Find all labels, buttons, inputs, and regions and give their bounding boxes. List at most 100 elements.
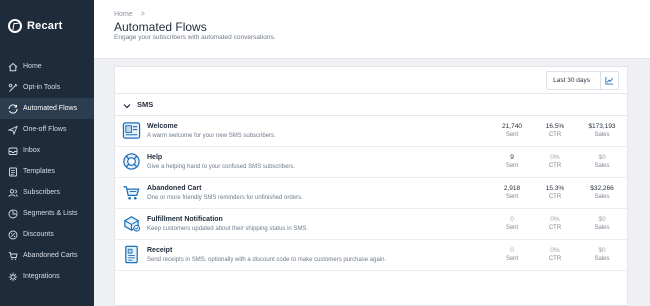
breadcrumb-home[interactable]: Home: [114, 11, 133, 18]
sms-section-header[interactable]: SMS: [115, 94, 627, 116]
ctr-label: CTR: [548, 163, 562, 169]
page-title: Automated Flows: [114, 20, 207, 34]
ctr-value: 15.3%: [545, 185, 565, 192]
sidebar-item-label: Automated Flows: [23, 105, 78, 112]
ctr-stat: 0% CTR: [535, 247, 575, 262]
sent-value: 0: [510, 216, 514, 223]
sent-stat: 21,740 Sent: [492, 123, 532, 138]
sales-label: Sales: [594, 225, 610, 231]
flow-description: Keep customers updated about their shipp…: [147, 226, 309, 232]
sent-value: 2,918: [503, 185, 521, 192]
sent-value: 0: [510, 247, 514, 254]
ctr-stat: 16.5% CTR: [535, 123, 575, 138]
flow-name: Abandoned Cart: [147, 185, 202, 192]
flow-name: Fulfillment Notification: [147, 216, 223, 223]
sidebar-item-subscribers[interactable]: Subscribers: [0, 182, 94, 203]
sidebar-item-opt-in-tools[interactable]: Opt-in Tools: [0, 77, 94, 98]
page-header: Home > Automated Flows Engage your subsc…: [94, 0, 650, 59]
sales-value: $0: [598, 154, 606, 161]
flow-name: Help: [147, 154, 163, 161]
home-icon: [8, 62, 18, 72]
flow-row-fulfillment-notification[interactable]: Fulfillment Notification Keep customers …: [115, 209, 627, 240]
flow-description: A warm welcome for your new SMS subscrib…: [147, 133, 276, 139]
sent-label: Sent: [505, 194, 519, 200]
sent-value: 9: [510, 154, 514, 161]
sidebar-item-home[interactable]: Home: [0, 56, 94, 77]
cart-icon: [8, 251, 18, 261]
sales-value: $32,266: [590, 185, 614, 192]
sales-value: $173,193: [588, 123, 616, 130]
ctr-value: 0%: [550, 247, 560, 254]
sidebar-item-one-off-flows[interactable]: One-off Flows: [0, 119, 94, 140]
sales-label: Sales: [594, 256, 610, 262]
sidebar-item-discounts[interactable]: Discounts: [0, 224, 94, 245]
flow-row-help[interactable]: Help Give a helping hand to your confuse…: [115, 147, 627, 178]
sidebar-item-label: Segments & Lists: [23, 210, 78, 217]
sidebar-item-label: Subscribers: [23, 189, 60, 196]
sales-label: Sales: [594, 194, 610, 200]
sent-label: Sent: [505, 132, 519, 138]
breadcrumb: Home >: [114, 11, 145, 18]
sent-stat: 0 Sent: [492, 247, 532, 262]
sidebar-item-label: One-off Flows: [23, 126, 67, 133]
sidebar-item-label: Integrations: [23, 273, 60, 280]
sidebar-item-abandoned-carts[interactable]: Abandoned Carts: [0, 245, 94, 266]
chart-icon[interactable]: [600, 71, 618, 90]
sidebar-item-label: Templates: [23, 168, 55, 175]
discount-icon: [8, 230, 18, 240]
ctr-stat: 0% CTR: [535, 154, 575, 169]
ctr-value: 0%: [550, 216, 560, 223]
sidebar-item-label: Abandoned Carts: [23, 252, 78, 259]
sidebar-item-segments-lists[interactable]: Segments & Lists: [0, 203, 94, 224]
breadcrumb-separator: >: [140, 11, 145, 18]
sent-stat: 9 Sent: [492, 154, 532, 169]
flow-name: Receipt: [147, 247, 173, 254]
date-range-label: Last 30 days: [553, 77, 590, 84]
page-subtitle: Engage your subscribers with automated c…: [114, 34, 276, 41]
flow-description: One or more friendly SMS reminders for u…: [147, 195, 303, 201]
flow-description: Give a helping hand to your confused SMS…: [147, 164, 296, 170]
flow-row-abandoned-cart[interactable]: Abandoned Cart One or more friendly SMS …: [115, 178, 627, 209]
sidebar-nav: Home Opt-in Tools Automated Flows One-of…: [0, 56, 94, 287]
sales-stat: $173,193 Sales: [582, 123, 622, 138]
flow-name: Welcome: [147, 123, 178, 130]
recart-logo-icon: [8, 19, 22, 33]
sent-stat: 0 Sent: [492, 216, 532, 231]
flow-description: Send receipts in SMS, optionally with a …: [147, 257, 387, 263]
sales-stat: $0 Sales: [582, 247, 622, 262]
sidebar-item-inbox[interactable]: Inbox: [0, 140, 94, 161]
sales-stat: $32,266 Sales: [582, 185, 622, 200]
sent-stat: 2,918 Sent: [492, 185, 532, 200]
sales-stat: $0 Sales: [582, 154, 622, 169]
users-icon: [8, 188, 18, 198]
card-toolbar: Last 30 days: [115, 67, 627, 94]
sent-value: 21,740: [502, 123, 522, 130]
sidebar-item-templates[interactable]: Templates: [0, 161, 94, 182]
fulfillment-icon: [122, 214, 141, 233]
help-icon: [122, 152, 141, 171]
sent-label: Sent: [505, 163, 519, 169]
ctr-label: CTR: [548, 256, 562, 262]
sidebar-item-label: Home: [23, 63, 42, 70]
ctr-label: CTR: [548, 225, 562, 231]
segments-icon: [8, 208, 18, 219]
sent-label: Sent: [505, 225, 519, 231]
date-range-selector[interactable]: Last 30 days: [546, 71, 619, 90]
sidebar-item-integrations[interactable]: Integrations: [0, 266, 94, 287]
recart-logo[interactable]: Recart: [8, 18, 62, 34]
sidebar-item-label: Discounts: [23, 231, 54, 238]
brand-name: Recart: [27, 20, 63, 32]
flows-card: Last 30 days SMS Welcome A warm welcome …: [114, 66, 628, 306]
ctr-label: CTR: [548, 132, 562, 138]
sidebar-item-automated-flows[interactable]: Automated Flows: [0, 98, 94, 119]
flow-row-receipt[interactable]: Receipt Send receipts in SMS, optionally…: [115, 240, 627, 271]
chevron-down-icon: [123, 96, 131, 114]
welcome-icon: [122, 121, 141, 140]
flow-row-welcome[interactable]: Welcome A warm welcome for your new SMS …: [115, 116, 627, 147]
tools-icon: [8, 83, 18, 93]
inbox-icon: [8, 146, 18, 156]
sidebar: Recart Home Opt-in Tools Automated Flows…: [0, 0, 94, 306]
sales-value: $0: [598, 216, 606, 223]
sent-label: Sent: [505, 256, 519, 262]
templates-icon: [8, 167, 18, 177]
